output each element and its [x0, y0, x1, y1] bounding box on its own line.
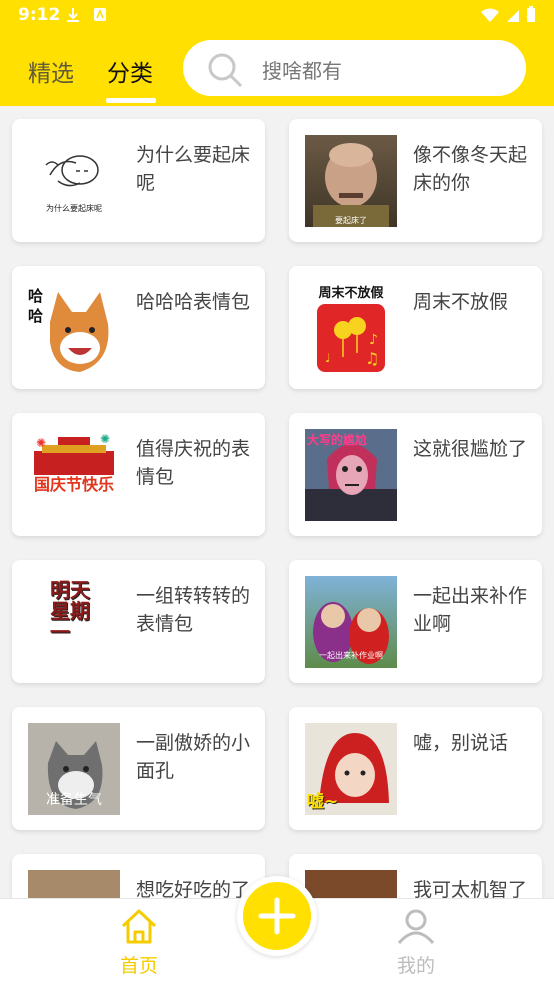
category-card[interactable]: 哈哈 哈哈哈表情包 [12, 266, 265, 389]
thumbnail-hungry-photo [28, 870, 120, 898]
nav-mine[interactable]: 我的 [371, 907, 461, 979]
thumbnail-caption: 大写的尴尬 [307, 433, 368, 447]
category-card[interactable]: 明天星期一 一组转转转的表情包 [12, 560, 265, 683]
wifi-icon [481, 8, 499, 22]
user-icon [397, 909, 435, 945]
category-title: 为什么要起床呢 [136, 144, 251, 194]
plus-icon [258, 897, 296, 935]
category-title: 一起出来补作业啊 [413, 585, 528, 635]
category-card[interactable]: 想吃好吃的了 [12, 854, 265, 898]
active-tab-indicator [106, 98, 156, 103]
category-title: 嘘，别说话 [413, 732, 509, 754]
battery-icon [527, 6, 535, 22]
category-card[interactable]: 一起出来补作业啊 一起出来补作业啊 [289, 560, 542, 683]
add-button[interactable] [237, 876, 317, 956]
category-card[interactable]: 大写的尴尬 这就很尴尬了 [289, 413, 542, 536]
status-time: 9:12 [18, 5, 61, 25]
nav-home[interactable]: 首页 [94, 907, 184, 979]
category-title: 这就很尴尬了 [413, 438, 528, 460]
search-placeholder[interactable]: 搜啥都有 [262, 55, 342, 84]
search-icon [208, 53, 243, 88]
thumbnail-clever-photo [305, 870, 397, 898]
thumbnail-caption: 要起床了 [335, 216, 367, 225]
category-card[interactable]: 要起床了 像不像冬天起床的你 [289, 119, 542, 242]
thumbnail-laughing-dog: 哈哈 [28, 282, 120, 374]
thumbnail-awkward-cartoon: 大写的尴尬 [305, 429, 397, 521]
category-grid: 为什么要起床呢 为什么要起床呢 要起床了 像不像冬天起床的你 哈哈 哈哈哈表情包… [0, 106, 554, 898]
category-card[interactable]: 嘘~ 嘘，别说话 [289, 707, 542, 830]
category-title: 想吃好吃的了 [136, 879, 251, 898]
thumbnail-caption: 国庆节快乐 [34, 475, 115, 494]
tab-categories[interactable]: 分类 [107, 54, 153, 88]
category-card[interactable]: ✺ ✺ 国庆节快乐 值得庆祝的表情包 [12, 413, 265, 536]
category-title: 值得庆祝的表情包 [136, 438, 251, 488]
nav-mine-label: 我的 [396, 955, 435, 977]
nav-home-label: 首页 [119, 955, 158, 977]
search-bar[interactable]: 搜啥都有 [183, 40, 526, 96]
thumbnail-caption: 准备生气 [46, 792, 102, 808]
notification-app-icon [94, 8, 106, 21]
thumbnail-red-hood: 嘘~ [305, 723, 397, 815]
home-icon [121, 909, 157, 944]
download-icon [67, 8, 79, 22]
thumbnail-caption: 明天星期一 [50, 578, 90, 644]
thumbnail-sleepy-sticker: 为什么要起床呢 [28, 135, 120, 227]
svg-text:♫: ♫ [365, 349, 379, 368]
thumbnail-caption: 哈哈 [28, 287, 44, 325]
category-card[interactable]: 准备生气 一副傲娇的小面孔 [12, 707, 265, 830]
svg-text:♩: ♩ [325, 351, 331, 365]
thumbnail-spinning-text: 明天星期一 [28, 576, 120, 668]
category-card[interactable]: 我可太机智了 [289, 854, 542, 898]
category-card[interactable]: ♪ ♩ ♫ 周末不放假 周末不放假 [289, 266, 542, 389]
category-title: 哈哈哈表情包 [136, 291, 251, 313]
svg-text:✺: ✺ [100, 432, 110, 446]
category-title: 一副傲娇的小面孔 [136, 732, 251, 782]
thumbnail-cat-photo: 准备生气 [28, 723, 120, 815]
thumbnail-caption: 嘘~ [307, 792, 339, 812]
category-title: 一组转转转的表情包 [136, 585, 251, 635]
status-bar: 9:12 [0, 0, 554, 30]
category-title: 像不像冬天起床的你 [413, 144, 528, 194]
thumbnail-teletubbies: 一起出来补作业啊 [305, 576, 397, 668]
svg-text:♪: ♪ [369, 332, 378, 348]
thumbnail-man-photo: 要起床了 [305, 135, 397, 227]
thumbnail-caption: 为什么要起床呢 [46, 204, 102, 213]
thumbnail-weekend-sticker: ♪ ♩ ♫ 周末不放假 [305, 282, 397, 374]
thumbnail-caption: 周末不放假 [318, 286, 384, 301]
svg-text:✺: ✺ [36, 436, 46, 450]
thumbnail-caption: 一起出来补作业啊 [319, 651, 383, 660]
top-bar: 精选 分类 搜啥都有 [0, 30, 554, 106]
category-card[interactable]: 为什么要起床呢 为什么要起床呢 [12, 119, 265, 242]
category-title: 周末不放假 [413, 291, 509, 313]
category-title: 我可太机智了 [413, 879, 528, 898]
tab-featured[interactable]: 精选 [28, 54, 74, 88]
signal-icon [507, 9, 519, 22]
thumbnail-national-day: ✺ ✺ 国庆节快乐 [28, 429, 120, 521]
